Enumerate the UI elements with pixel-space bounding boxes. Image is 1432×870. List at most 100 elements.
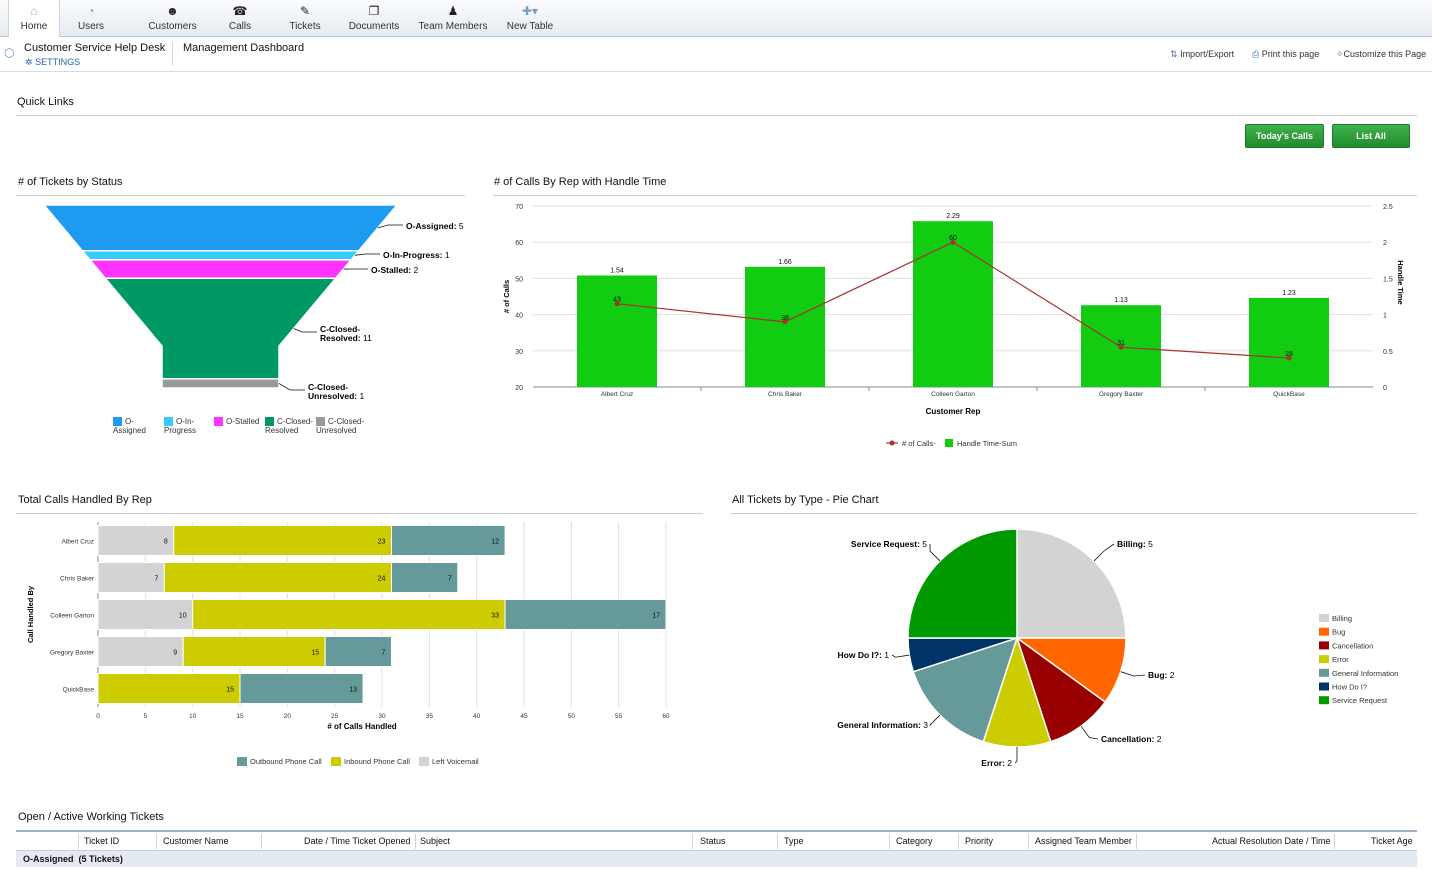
nav-tickets[interactable]: ✎ Tickets: [283, 0, 327, 36]
bar: [745, 266, 825, 387]
line-value-label: 38: [781, 315, 789, 322]
bar-value-label: 33: [491, 613, 499, 620]
quick-links-title: Quick Links: [17, 96, 74, 108]
legend-swatch: [945, 439, 953, 447]
team-member-icon: ♟: [447, 4, 459, 18]
legend-swatch: [419, 757, 429, 766]
legend-swatch: [237, 757, 247, 766]
table-group-row[interactable]: O-Assigned (5 Tickets): [16, 851, 1417, 867]
nav-new-table[interactable]: ✚▾ New Table: [504, 0, 556, 36]
app-name[interactable]: Customer Service Help Desk: [24, 42, 165, 54]
legend-swatch: [113, 417, 122, 427]
y-tick-label: Albert Cruz: [61, 539, 94, 546]
x-tick-label: QuickBase: [1273, 391, 1305, 398]
column-header[interactable]: Priority: [965, 836, 993, 850]
funnel-connector-line: [354, 253, 380, 256]
bar-value-label: 10: [179, 613, 187, 620]
pie-chart-title: All Tickets by Type - Pie Chart: [732, 494, 879, 506]
legend-item[interactable]: C-Closed-Unresolved: [316, 417, 378, 435]
column-divider: [1136, 834, 1137, 849]
settings-link[interactable]: ✲ SETTINGS: [25, 57, 80, 68]
column-header[interactable]: Category: [896, 836, 933, 850]
column-divider: [958, 834, 959, 849]
funnel-connector-line: [377, 224, 403, 229]
legend-label: How Do I?: [1332, 683, 1367, 692]
line-value-label: 28: [1285, 351, 1293, 358]
funnel-legend: O-Assigned O-In-Progress O-Stalled C-Clo…: [113, 417, 473, 457]
import-export-link[interactable]: ⇅ Import/Export: [1170, 49, 1234, 60]
legend-item[interactable]: C-Closed-Resolved: [265, 417, 315, 435]
pie-connector-line: [929, 714, 941, 726]
funnel-segment: [42, 204, 399, 252]
y2-tick-label: 1: [1383, 313, 1387, 320]
column-header[interactable]: Ticket Age: [1371, 836, 1413, 850]
legend-label: Error: [1332, 655, 1349, 664]
pie-label: Error: 2: [981, 758, 1012, 768]
bar-value-label: 7: [382, 650, 386, 657]
bar-value-label: 12: [491, 539, 499, 546]
legend-swatch: [1319, 668, 1329, 677]
nav-documents[interactable]: ❐ Documents: [346, 0, 402, 36]
line-value-label: 43: [613, 297, 621, 304]
line-value-label: 60: [949, 235, 957, 242]
nav-home[interactable]: ⌂ Home: [8, 0, 60, 37]
bar-value-label: 1.54: [610, 268, 624, 275]
column-header[interactable]: Actual Resolution Date / Time: [1212, 836, 1331, 850]
bar-value-label: 7: [154, 576, 158, 583]
app-header: ⬡ Customer Service Help Desk ✲ SETTINGS …: [0, 37, 1432, 72]
legend-swatch: [1319, 627, 1329, 636]
nav-users[interactable]: ◔ Users: [66, 0, 116, 36]
funnel-segment: [161, 378, 280, 389]
column-header[interactable]: Customer Name: [163, 836, 229, 850]
bar-value-label: 23: [378, 539, 386, 546]
customize-link[interactable]: ✧Customize this Page: [1336, 49, 1426, 60]
legend-item[interactable]: O-Stalled: [214, 417, 266, 427]
bar-value-label: 24: [378, 576, 386, 583]
legend-item[interactable]: O-In-Progress: [164, 417, 212, 435]
column-header[interactable]: Date / Time Ticket Opened: [304, 836, 411, 850]
column-divider: [261, 834, 262, 849]
legend-swatch: [331, 757, 341, 766]
y2-axis-title: Handle Time: [1396, 260, 1405, 304]
column-header[interactable]: Subject: [420, 836, 450, 850]
new-table-icon: ✚▾: [521, 4, 539, 18]
y-axis-title: # of Calls: [502, 280, 511, 313]
column-header[interactable]: Status: [700, 836, 726, 850]
legend-swatch: [1319, 682, 1329, 691]
bar-value-label: 8: [164, 539, 168, 546]
column-header[interactable]: Ticket ID: [84, 836, 119, 850]
y-tick-label: 70: [515, 204, 523, 211]
funnel-label: O-Stalled: 2: [371, 265, 419, 275]
todays-calls-button[interactable]: Today's Calls: [1245, 124, 1324, 148]
x-tick-label: 0: [96, 713, 100, 720]
nav-customers[interactable]: ☻ Customers: [145, 0, 200, 36]
group-label: O-Assigned (5 Tickets): [23, 854, 123, 864]
list-all-button[interactable]: List All: [1332, 124, 1410, 148]
x-tick-label: 25: [331, 713, 339, 720]
bar-value-label: 1.66: [778, 259, 792, 266]
print-link[interactable]: ⎙ Print this page: [1252, 49, 1319, 60]
funnel-label: C-Closed-Unresolved: 1: [308, 382, 365, 401]
x-tick-label: Gregory Baxter: [1099, 391, 1144, 398]
y-tick-label: 40: [515, 313, 523, 320]
bar-value-label: 1.13: [1114, 297, 1128, 304]
nav-calls[interactable]: ☎ Calls: [220, 0, 260, 36]
funnel-segment: [88, 259, 353, 279]
y2-tick-label: 2: [1383, 240, 1387, 247]
legend-item[interactable]: O-Assigned: [113, 417, 163, 435]
column-header[interactable]: Assigned Team Member: [1035, 836, 1132, 850]
pie-label: Billing: 5: [1117, 539, 1153, 549]
bar-segment: [163, 562, 392, 593]
legend-label: General Information: [1332, 669, 1398, 678]
gear-icon: ✲: [25, 57, 33, 67]
funnel-connector-line: [278, 383, 305, 391]
ticket-icon: ✎: [299, 4, 311, 18]
pie-connector-line: [1093, 543, 1115, 562]
nav-team-members[interactable]: ♟ Team Members: [418, 0, 488, 36]
y-tick-label: 20: [515, 385, 523, 392]
funnel-label: O-In-Progress: 1: [383, 250, 450, 260]
column-header[interactable]: Type: [784, 836, 804, 850]
pie-slice: [1016, 528, 1127, 639]
pie-label: Cancellation: 2: [1101, 734, 1162, 744]
pie-connector-line: [1080, 725, 1099, 740]
